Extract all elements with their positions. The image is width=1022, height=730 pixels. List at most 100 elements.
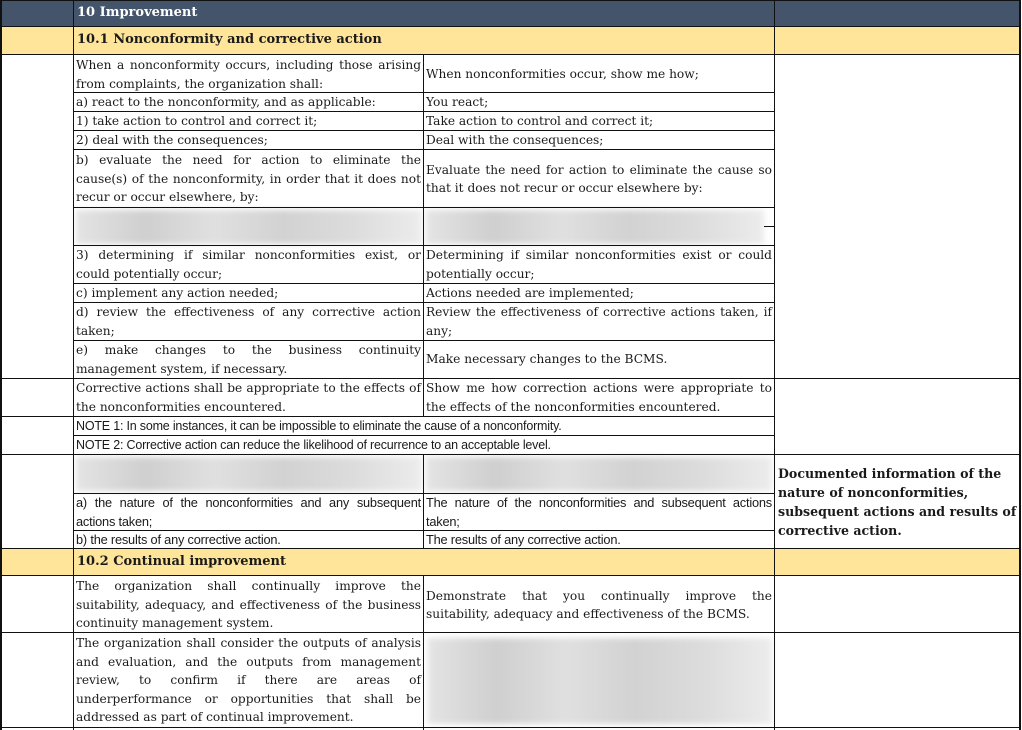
redacted-requirement [76, 457, 422, 491]
header-left-cell[interactable] [0, 0, 74, 27]
section-101-right-cell[interactable] [774, 27, 1020, 54]
audit-question-text: Evaluate the need for action to eliminat… [426, 162, 772, 196]
requirement-text: When a nonconformity occurs, including t… [76, 58, 421, 91]
audit-question-text: Deal with the consequences; [426, 133, 604, 147]
grid-line [0, 0, 2, 730]
requirement-text: c) implement any action needed; [76, 286, 279, 300]
requirement-cell[interactable]: Corrective actions shall be appropriate … [74, 379, 423, 416]
audit-question-text: Take action to control and correct it; [426, 114, 654, 128]
documented-information-text: Documented information of the nature of … [778, 466, 1017, 538]
grid-line [73, 340, 775, 341]
grid-line [423, 455, 424, 549]
redacted-audit-question [426, 457, 772, 491]
requirement-cell[interactable]: b) evaluate the need for action to elimi… [74, 151, 423, 207]
requirement-text: 1) take action to control and correct it… [76, 114, 318, 128]
header-title: 10 Improvement [77, 5, 198, 21]
note-2-cell[interactable]: NOTE 2: Corrective action can reduce the… [74, 436, 774, 454]
grid-line [0, 548, 1021, 549]
requirement-text: a) react to the nonconformity, and as ap… [76, 95, 376, 109]
header-right-cell[interactable] [774, 0, 1020, 27]
grid-line [73, 149, 775, 150]
audit-question-cell[interactable]: When nonconformities occur, show me how; [424, 56, 774, 92]
requirement-text: The organization shall continually impro… [76, 579, 421, 630]
note-1-text: NOTE 1: In some instances, it can be imp… [76, 419, 562, 433]
grid-line [73, 245, 775, 246]
audit-question-cell[interactable]: The results of any corrective action. [424, 531, 774, 549]
redacted-requirement [76, 210, 422, 244]
note-1-cell[interactable]: NOTE 1: In some instances, it can be imp… [74, 417, 774, 435]
grid-line [73, 530, 775, 531]
audit-question-cell[interactable]: Take action to control and correct it; [424, 112, 774, 131]
audit-question-text: Actions needed are implemented; [426, 286, 634, 300]
audit-question-cell[interactable]: Deal with the consequences; [424, 131, 774, 150]
requirement-cell[interactable]: When a nonconformity occurs, including t… [74, 56, 423, 92]
grid-line [73, 207, 775, 208]
audit-question-cell[interactable]: Demonstrate that you continually improve… [424, 577, 774, 633]
section-101-left-cell[interactable] [0, 27, 74, 54]
requirement-cell[interactable]: 3) determining if similar nonconformitie… [74, 246, 423, 283]
audit-question-cell[interactable]: Determining if similar nonconformities e… [424, 246, 774, 283]
grid-line [73, 283, 775, 284]
requirement-cell[interactable]: c) implement any action needed; [74, 284, 423, 303]
audit-question-text: Determining if similar nonconformities e… [426, 248, 772, 281]
audit-question-text: Make necessary changes to the BCMS. [426, 352, 668, 367]
requirement-text: b) the results of any corrective action. [76, 532, 281, 547]
audit-question-text: Show me how correction actions were appr… [426, 381, 772, 414]
requirement-text: a) the nature of the nonconformities and… [76, 495, 421, 529]
grid-line [0, 26, 1021, 27]
grid-line [0, 454, 1021, 455]
section-101-title: 10.1 Nonconformity and corrective action [77, 32, 382, 48]
grid-line [0, 378, 1021, 379]
section-102-right-cell[interactable] [774, 549, 1020, 576]
section-102-left-cell[interactable] [0, 549, 74, 576]
spreadsheet: 10 Improvement 10.1 Nonconformity and co… [0, 0, 1022, 730]
documented-information-cell[interactable]: Documented information of the nature of … [775, 455, 1020, 549]
grid-line [1019, 0, 1021, 730]
requirement-cell[interactable]: e) make changes to the business continui… [74, 341, 423, 378]
audit-question-cell[interactable]: Make necessary changes to the BCMS. [424, 341, 774, 378]
requirement-text: e) make changes to the business continui… [76, 343, 421, 376]
audit-question-cell[interactable]: Show me how correction actions were appr… [424, 379, 774, 416]
audit-question-text: Demonstrate that you continually improve… [426, 588, 772, 622]
grid-line [0, 416, 775, 417]
audit-question-cell[interactable]: Evaluate the need for action to eliminat… [424, 151, 774, 207]
requirement-text: 3) determining if similar nonconformitie… [76, 248, 421, 281]
grid-line [774, 0, 775, 730]
requirement-cell[interactable]: The organization shall consider the outp… [74, 634, 423, 728]
grid-line [0, 54, 1021, 55]
grid-line [73, 111, 775, 112]
grid-line [0, 575, 1021, 576]
grid-line [73, 92, 775, 93]
audit-question-cell[interactable]: Actions needed are implemented; [424, 284, 774, 303]
requirement-cell[interactable]: a) the nature of the nonconformities and… [74, 494, 423, 531]
grid-line [0, 727, 1021, 728]
audit-question-cell[interactable]: The nature of the nonconformities and su… [424, 494, 774, 531]
requirement-cell[interactable]: d) review the effectiveness of any corre… [74, 303, 423, 340]
grid-line [73, 435, 775, 436]
audit-question-cell[interactable]: You react; [424, 93, 774, 112]
requirement-text: d) review the effectiveness of any corre… [76, 305, 421, 338]
section-102-title-cell[interactable]: 10.2 Continual improvement [74, 549, 774, 576]
audit-question-text: When nonconformities occur, show me how; [426, 66, 699, 81]
grid-line [423, 55, 424, 416]
section-102-title: 10.2 Continual improvement [77, 554, 287, 570]
section-101-title-cell[interactable]: 10.1 Nonconformity and corrective action [74, 27, 774, 54]
grid-line [764, 226, 775, 227]
grid-line [0, 0, 1021, 1]
audit-question-cell[interactable]: Review the effectiveness of corrective a… [424, 303, 774, 340]
redacted-audit-question [426, 210, 764, 244]
header-title-cell[interactable]: 10 Improvement [74, 0, 774, 27]
grid-line [423, 576, 424, 730]
requirement-cell[interactable]: The organization shall continually impro… [74, 577, 423, 633]
grid-line [73, 302, 775, 303]
audit-question-text: The nature of the nonconformities and su… [426, 495, 772, 529]
requirement-text: 2) deal with the consequences; [76, 133, 268, 147]
requirement-cell[interactable]: 1) take action to control and correct it… [74, 112, 423, 131]
requirement-cell[interactable]: b) the results of any corrective action. [74, 531, 423, 549]
requirement-cell[interactable]: a) react to the nonconformity, and as ap… [74, 93, 423, 112]
redacted-audit-question [428, 638, 772, 724]
audit-question-text: Review the effectiveness of corrective a… [426, 305, 772, 338]
requirement-cell[interactable]: 2) deal with the consequences; [74, 131, 423, 150]
grid-line [73, 130, 775, 131]
grid-line [0, 632, 1021, 633]
